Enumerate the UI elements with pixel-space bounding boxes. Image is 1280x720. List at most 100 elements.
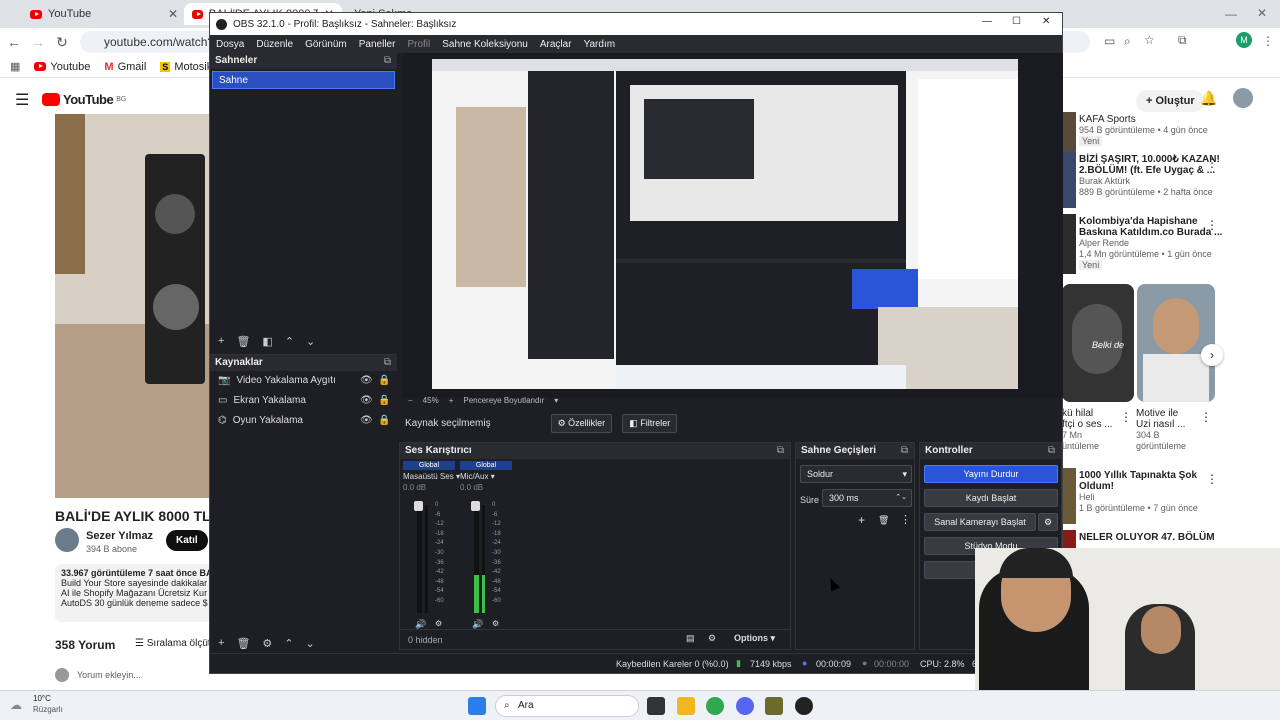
preview-canvas[interactable] [432,59,1018,389]
sidebar-video-4[interactable]: 1000 Yıllık Tapınakta Şok Oldum! Heli 1 … [1079,470,1198,514]
move-down-icon[interactable]: ⌄ [306,637,315,650]
dropdown-arrow-icon[interactable]: ▾ [554,396,558,405]
properties-button[interactable]: ⚙ Özellikler [550,413,613,433]
minimize-icon[interactable]: — [982,16,992,27]
sidebar-video-5[interactable]: NELER OLUYOR 47. BÖLÜM [1079,532,1215,543]
maximize-icon[interactable]: ☐ [1012,16,1021,27]
more-options-icon[interactable]: ⋮ [1206,156,1218,170]
app-icon[interactable] [765,697,783,715]
windows-start-icon[interactable] [468,697,486,715]
channel-menu-icon[interactable]: ▾ [491,472,495,481]
short-thumbnail-1[interactable]: Belki de [1062,284,1134,402]
account-avatar[interactable] [1233,88,1253,108]
fit-to-window-button[interactable]: Pencereye Boyutlandır [463,396,544,405]
browser-tab-youtube[interactable]: YouTube ✕ [22,3,180,25]
remove-transition-icon[interactable]: 🗑 [878,515,889,526]
menu-dots-icon[interactable]: ⋮ [1262,34,1274,48]
undock-icon[interactable]: ⧉ [777,443,784,459]
filters-button[interactable]: ◧ Filtreler [622,413,678,433]
youtube-logo[interactable]: YouTube BG [42,92,126,107]
sidebar-video-1[interactable]: KAFA Sports 954 B görüntüleme • 4 gün ön… [1079,114,1208,147]
source-item[interactable]: ▭ Ekran Yakalama 👁 🔒 [210,391,397,411]
undock-icon[interactable]: ⧉ [1048,443,1055,459]
sidebar-video-3[interactable]: Kolombiya'da Hapishane Baskına Katıldım.… [1079,216,1222,271]
close-tab-icon[interactable]: ✕ [168,7,178,21]
file-explorer-icon[interactable] [677,697,695,715]
create-button[interactable]: + Oluştur [1136,90,1205,112]
menu-araclar[interactable]: Araçlar [534,39,578,50]
join-button[interactable]: Katıl [166,530,208,551]
weather-temp[interactable]: 10°C [33,694,51,703]
lock-icon[interactable]: 🔒 [378,411,390,431]
more-options-icon[interactable]: ⋮ [1206,218,1218,232]
close-window-icon[interactable]: ✕ [1257,6,1267,20]
remove-scene-icon[interactable]: 🗑 [236,335,250,348]
add-transition-icon[interactable]: + [858,513,865,527]
menu-profil[interactable]: Profil [401,39,436,50]
short-2-info[interactable]: Motive ile Uzi nasıl ... 304 B görüntüle… [1136,408,1186,452]
sidebar-video-2[interactable]: BİZİ ŞAŞIRT, 10.000₺ KAZAN! 2.BÖLÜM! (ft… [1079,154,1220,198]
discord-icon[interactable] [736,697,754,715]
source-item[interactable]: 📷 Video Yakalama Aygıtı 👁 🔒 [210,371,397,391]
extensions-icon[interactable]: ⧉ [1178,33,1187,48]
video-player[interactable] [55,114,215,498]
zoom-in-icon[interactable]: + [449,396,454,405]
menu-paneller[interactable]: Paneller [353,39,402,50]
stop-streaming-button[interactable]: Yayını Durdur [924,465,1058,483]
thumbnail[interactable] [1062,152,1076,208]
close-window-icon[interactable]: ✕ [1042,16,1050,27]
source-settings-gear-icon[interactable]: ⚙ [262,637,272,650]
virtual-camera-settings-gear-icon[interactable]: ⚙ [1038,513,1058,531]
menu-sahne-koleksiyonu[interactable]: Sahne Koleksiyonu [436,39,534,50]
remove-source-icon[interactable]: 🗑 [236,637,250,650]
next-arrow-icon[interactable]: › [1201,344,1223,366]
more-options-icon[interactable]: ⋮ [1206,472,1218,486]
mixer-settings-icon[interactable]: ⚙ [708,633,716,644]
add-scene-icon[interactable]: + [218,335,224,347]
layout-icon[interactable]: ▤ [686,633,695,644]
visibility-eye-icon[interactable]: 👁 [360,391,373,411]
undock-icon[interactable]: ⧉ [384,53,391,69]
undock-icon[interactable]: ⧉ [901,443,908,459]
cast-icon[interactable]: ▭ [1104,34,1115,48]
short-1-info[interactable]: kü hilal ftçi o ses ... 7 Mn üntüleme [1062,408,1113,452]
zoom-icon[interactable]: ⌕ [1124,34,1131,49]
scene-filters-icon[interactable]: ◧ [262,335,272,348]
taskbar-search[interactable]: ⌕ Ara [495,695,639,717]
more-options-icon[interactable]: ⋮ [1200,410,1212,424]
weather-label[interactable]: Rüzgarlı [33,705,63,714]
add-source-icon[interactable]: + [218,637,224,649]
menu-duzenle[interactable]: Düzenle [250,39,299,50]
add-comment-input[interactable]: Yorum ekleyin... [77,670,141,680]
undock-icon[interactable]: ⧉ [384,355,391,371]
short-thumbnail-2[interactable] [1137,284,1215,402]
move-down-icon[interactable]: ⌄ [306,335,315,348]
scene-item[interactable]: Sahne [212,71,395,89]
lock-icon[interactable]: 🔒 [378,391,390,411]
forward-icon[interactable]: → [26,34,50,50]
obs-taskbar-icon[interactable] [795,697,813,715]
zoom-out-icon[interactable]: − [408,396,413,405]
start-virtual-camera-button[interactable]: Sanal Kamerayı Başlat [924,513,1036,531]
visibility-eye-icon[interactable]: 👁 [360,411,373,431]
volume-slider-handle[interactable] [414,501,423,511]
bookmark-gmail[interactable]: M Gmail [104,61,146,73]
spin-arrows-icon[interactable]: ⌃⌄ [895,490,907,506]
hamburger-menu-icon[interactable]: ☰ [15,90,29,110]
bookmark-youtube[interactable]: Youtube [34,61,90,73]
thumbnail[interactable] [1062,530,1076,550]
sort-button[interactable]: ☰ Sıralama ölçüt [135,638,211,649]
channel-settings-icon[interactable]: ⚙ [435,619,442,628]
channel-avatar[interactable] [55,528,79,552]
source-item[interactable]: ⌬ Oyun Yakalama 👁 🔒 [210,411,397,431]
profile-avatar[interactable]: M [1236,32,1252,48]
more-options-icon[interactable]: ⋮ [1120,410,1132,424]
lock-icon[interactable]: 🔒 [378,371,390,391]
menu-gorunum[interactable]: Görünüm [299,39,353,50]
menu-dosya[interactable]: Dosya [210,39,250,50]
chrome-icon[interactable] [706,697,724,715]
thumbnail[interactable] [1062,214,1076,274]
duration-spinbox[interactable]: 300 ms ⌃⌄ [822,489,912,507]
description-box[interactable]: 33.967 görüntüleme 7 saat önce BALİ Buil… [55,564,215,622]
apps-grid-icon[interactable]: ▦ [10,60,20,73]
